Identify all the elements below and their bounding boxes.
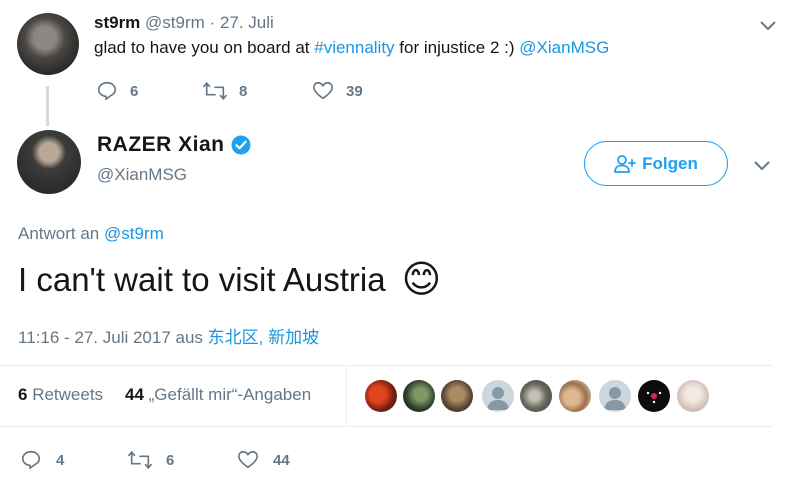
like-count: 44	[273, 451, 290, 469]
stats-bottom-divider	[0, 426, 772, 427]
parent-avatar[interactable]	[17, 13, 79, 75]
retweet-count: 6	[166, 451, 175, 469]
parent-separator: ·	[209, 13, 216, 32]
stats-vertical-divider	[346, 366, 347, 426]
hashtag-link[interactable]: #viennality	[314, 38, 394, 57]
parent-author-name[interactable]: st9rm	[94, 13, 140, 32]
follow-label: Folgen	[642, 153, 698, 173]
follow-person-icon	[614, 154, 637, 173]
liker-avatar[interactable]	[677, 380, 709, 412]
reply-button[interactable]: 4	[20, 449, 64, 471]
mention-link[interactable]: @XianMSG	[519, 38, 609, 57]
retweet-stats[interactable]: 6 Retweets	[18, 385, 103, 405]
heart-icon	[313, 81, 333, 100]
smiling-face-emoji: 😊	[401, 259, 442, 301]
location-link[interactable]: 东北区, 新加坡	[208, 328, 319, 347]
parent-text-prefix: glad to have you on board at	[94, 38, 315, 57]
author-avatar[interactable]	[17, 130, 81, 194]
author-name[interactable]: RAZER Xian	[97, 133, 225, 157]
thread-connector-line	[46, 86, 49, 126]
follow-button[interactable]: Folgen	[584, 141, 728, 186]
reply-count: 4	[56, 451, 65, 469]
liker-avatar[interactable]	[638, 380, 670, 412]
tweet-more-button[interactable]	[752, 155, 772, 180]
retweet-icon	[203, 81, 227, 101]
parent-date[interactable]: 27. Juli	[220, 13, 274, 32]
tweet-text: I can't wait to visit Austria 😊	[18, 261, 441, 299]
stats-top-divider	[0, 365, 772, 366]
logo-mark-icon	[646, 391, 662, 404]
default-profile-icon	[604, 387, 626, 410]
tweet-text-body: I can't wait to visit Austria	[18, 261, 386, 298]
like-button[interactable]: 44	[237, 449, 290, 471]
verified-icon	[231, 135, 251, 155]
like-stat-label: „Gefällt mir“-Angaben	[143, 385, 312, 404]
default-profile-icon	[487, 387, 509, 410]
reply-context-label: Antwort an	[18, 224, 104, 243]
parent-more-button[interactable]	[758, 15, 778, 40]
author-name-row: RAZER Xian	[97, 133, 251, 157]
author-handle[interactable]: @XianMSG	[97, 165, 187, 185]
like-stat-count: 44	[125, 385, 144, 404]
parent-retweet-button[interactable]: 8	[203, 80, 247, 102]
liker-avatar[interactable]	[403, 380, 435, 412]
parent-reply-button[interactable]: 6	[96, 80, 138, 102]
like-stats[interactable]: 44 „Gefällt mir“-Angaben	[125, 385, 311, 405]
retweet-stat-label: Retweets	[27, 385, 104, 404]
liker-avatar-default[interactable]	[482, 380, 514, 412]
parent-author-handle[interactable]: @st9rm	[145, 13, 205, 32]
reply-to-link[interactable]: @st9rm	[104, 224, 164, 243]
reply-context: Antwort an @st9rm	[18, 224, 164, 244]
parent-like-count: 39	[346, 82, 363, 100]
liker-avatar[interactable]	[520, 380, 552, 412]
chevron-down-icon	[754, 161, 770, 171]
parent-text-mid: for injustice 2 :)	[394, 38, 520, 57]
parent-header: st9rm @st9rm · 27. Juli	[94, 13, 274, 33]
reply-icon	[21, 450, 41, 470]
retweet-button[interactable]: 6	[128, 449, 174, 471]
tweet-timestamp-row: 11:16 - 27. Juli 2017 aus 东北区, 新加坡	[18, 323, 319, 348]
retweet-icon	[128, 450, 152, 470]
parent-tweet-text: glad to have you on board at #viennality…	[94, 38, 609, 58]
reply-icon	[97, 81, 117, 101]
heart-icon	[238, 450, 258, 469]
liker-avatar[interactable]	[365, 380, 397, 412]
parent-like-button[interactable]: 39	[312, 80, 363, 102]
tweet-timestamp: 11:16 - 27. Juli 2017 aus	[18, 328, 208, 347]
liker-avatar[interactable]	[559, 380, 591, 412]
chevron-down-icon	[760, 21, 776, 31]
parent-reply-count: 6	[130, 82, 139, 100]
liker-avatar-default[interactable]	[599, 380, 631, 412]
parent-retweet-count: 8	[239, 82, 248, 100]
liker-avatar[interactable]	[441, 380, 473, 412]
